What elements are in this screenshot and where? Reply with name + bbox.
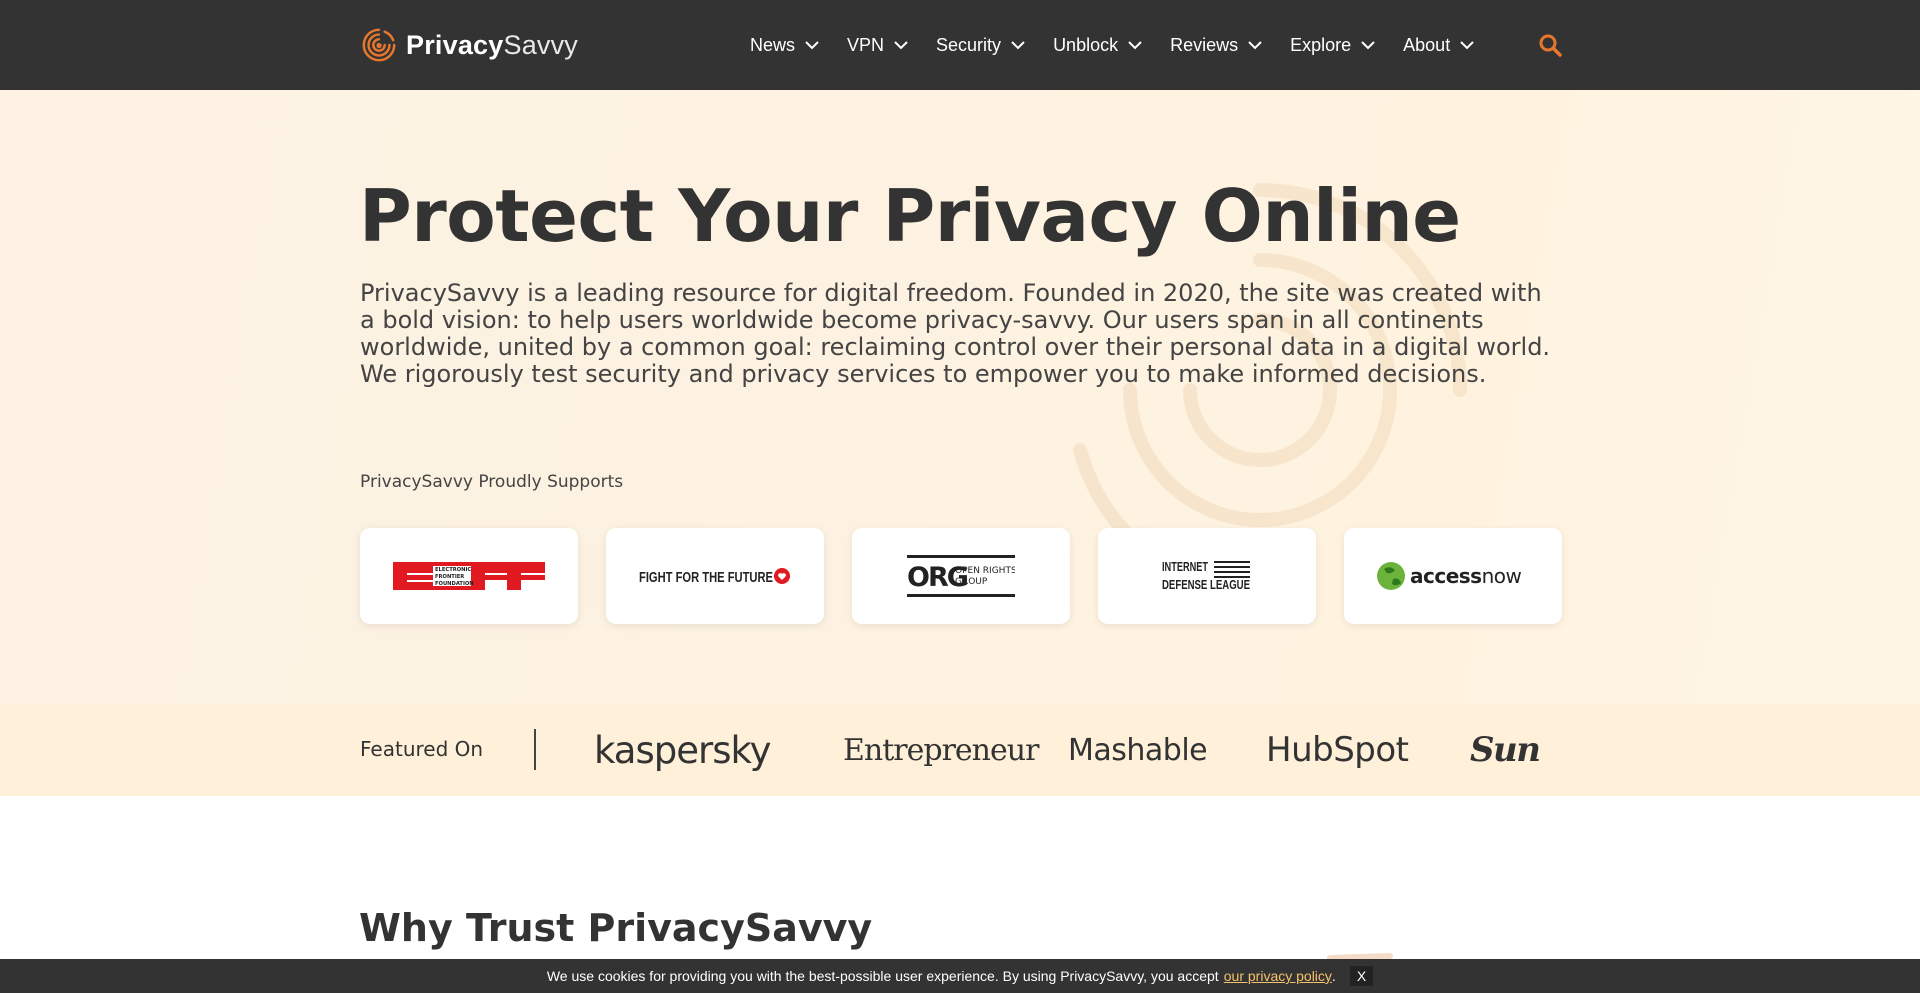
accessnow-bold: access xyxy=(1410,564,1482,588)
nav-item-unblock[interactable]: Unblock xyxy=(1053,35,1142,56)
featured-on-band: Featured On kaspersky Entrepreneur Masha… xyxy=(0,704,1920,796)
chevron-down-icon xyxy=(1011,40,1025,49)
featured-logo-the-sun: Sun xyxy=(1470,730,1541,770)
supporter-card-internet-defense-league[interactable]: INTERNET DEFENSE LEAGUE xyxy=(1098,528,1316,624)
svg-text:accessnow: accessnow xyxy=(1410,564,1522,588)
chevron-down-icon xyxy=(1128,40,1142,49)
access-now-logo: accessnow xyxy=(1377,562,1522,590)
featured-logo-kaspersky: kaspersky xyxy=(594,728,771,772)
cookie-text: We use cookies for providing you with th… xyxy=(546,968,1219,984)
chevron-down-icon xyxy=(894,40,908,49)
eff-line-3: FOUNDATION xyxy=(435,581,474,587)
eff-line-1: ELECTRONIC xyxy=(435,567,471,573)
chevron-down-icon xyxy=(805,40,819,49)
chevron-down-icon xyxy=(1248,40,1262,49)
section-title: Why Trust PrivacySavvy xyxy=(359,906,873,950)
hero-description: PrivacySavvy is a leading resource for d… xyxy=(360,279,1551,388)
nav-label: Unblock xyxy=(1053,34,1119,55)
supporter-card-fight-for-the-future[interactable]: FIGHT FOR THE FUTURE xyxy=(606,528,824,624)
site-logo[interactable]: PrivacySavvy xyxy=(360,24,578,66)
idl-line-2: DEFENSE LEAGUE xyxy=(1162,578,1250,592)
featured-label: Featured On xyxy=(360,737,484,761)
featured-divider xyxy=(534,729,536,770)
chevron-down-icon xyxy=(1361,40,1375,49)
nav-item-reviews[interactable]: Reviews xyxy=(1170,35,1262,56)
org-line-2: GROUP xyxy=(955,577,988,587)
cookie-close-button[interactable]: X xyxy=(1349,966,1374,986)
featured-logo-hubspot: HubSpot xyxy=(1266,730,1409,770)
supporter-card-open-rights-group[interactable]: ORG OPEN RIGHTS GROUP xyxy=(852,528,1070,624)
search-icon[interactable] xyxy=(1538,33,1562,57)
privacy-policy-link[interactable]: our privacy policy xyxy=(1224,968,1332,984)
featured-logo-entrepreneur: Entrepreneur xyxy=(843,732,1039,768)
nav-label: About xyxy=(1403,34,1451,55)
idl-line-1: INTERNET xyxy=(1162,560,1208,574)
nav-label: VPN xyxy=(847,34,885,55)
supporter-card-eff[interactable]: ELECTRONIC FRONTIER FOUNDATION xyxy=(360,528,578,624)
main-nav: News VPN Security Unblock Reviews Explor… xyxy=(750,0,1502,90)
supports-label: PrivacySavvy Proudly Supports xyxy=(360,472,624,492)
nav-item-security[interactable]: Security xyxy=(936,35,1025,56)
accessnow-regular: now xyxy=(1482,564,1522,588)
chevron-down-icon xyxy=(1460,40,1474,49)
nav-item-about[interactable]: About xyxy=(1403,35,1474,56)
eff-line-2: FRONTIER xyxy=(435,574,464,580)
fftf-text: FIGHT FOR THE FUTURE xyxy=(639,570,773,586)
hero-section: Protect Your Privacy Online PrivacySavvy… xyxy=(0,90,1920,704)
site-name: PrivacySavvy xyxy=(406,29,579,60)
open-rights-group-logo: ORG OPEN RIGHTS GROUP xyxy=(907,555,1015,597)
nav-label: Reviews xyxy=(1170,34,1239,55)
fight-for-the-future-logo: FIGHT FOR THE FUTURE xyxy=(639,568,790,586)
nav-item-explore[interactable]: Explore xyxy=(1290,35,1375,56)
cookie-period: . xyxy=(1331,968,1336,984)
site-header: PrivacySavvy News VPN Security Unblock R… xyxy=(0,0,1920,90)
nav-label: Explore xyxy=(1290,34,1352,55)
nav-item-news[interactable]: News xyxy=(750,35,819,56)
featured-logo-mashable: Mashable xyxy=(1068,732,1208,768)
nav-label: Security xyxy=(936,34,1002,55)
cookie-banner: We use cookies for providing you with th… xyxy=(0,959,1920,993)
eff-logo: ELECTRONIC FRONTIER FOUNDATION xyxy=(393,562,545,590)
org-line-1: OPEN RIGHTS xyxy=(955,566,1015,576)
nav-label: News xyxy=(750,34,796,55)
page-title: Protect Your Privacy Online xyxy=(359,174,1461,258)
nav-item-vpn[interactable]: VPN xyxy=(847,35,908,56)
fingerprint-logo-icon xyxy=(362,28,396,62)
supporters-list: ELECTRONIC FRONTIER FOUNDATION FIGHT FOR… xyxy=(360,528,1562,624)
internet-defense-league-logo: INTERNET DEFENSE LEAGUE xyxy=(1162,560,1250,592)
supporter-card-access-now[interactable]: accessnow xyxy=(1344,528,1562,624)
